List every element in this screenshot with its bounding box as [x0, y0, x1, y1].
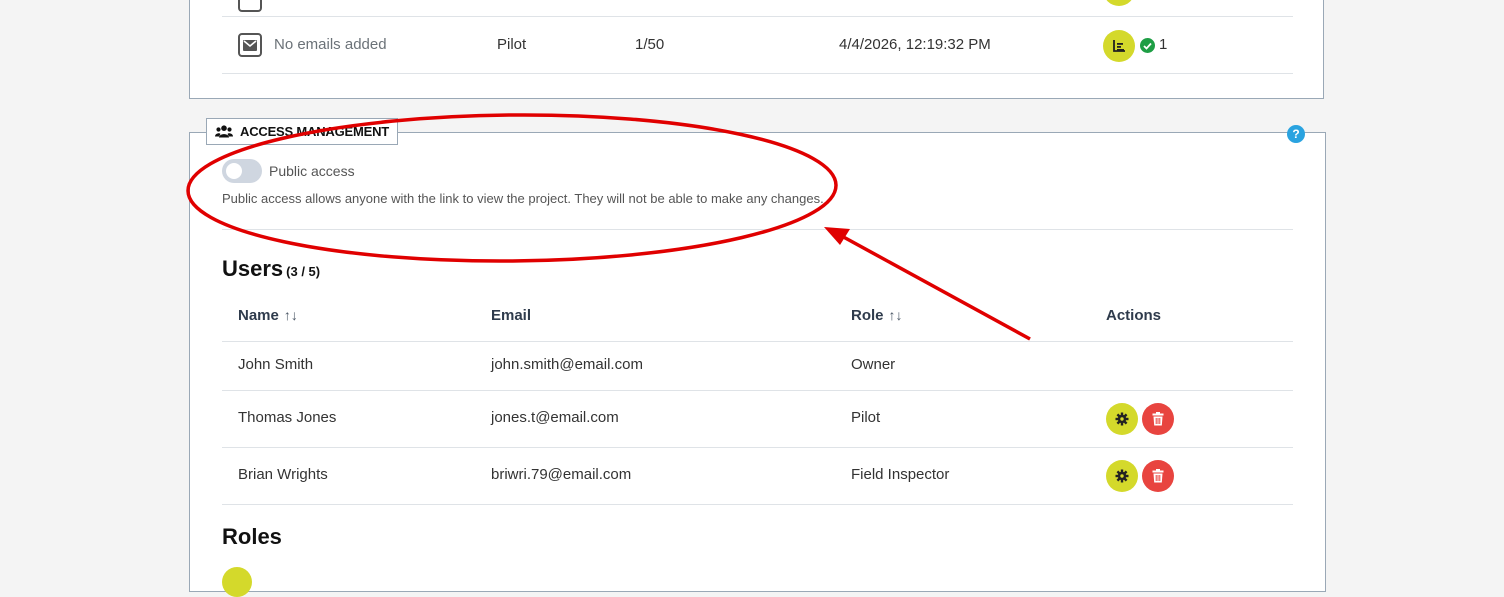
row-timestamp: 4/4/2026, 12:19:32 PM: [839, 36, 991, 53]
column-header-actions: Actions: [1106, 307, 1161, 324]
trash-icon: [1152, 469, 1164, 483]
column-header-role[interactable]: Role ↑↓: [851, 307, 903, 324]
row-count: 1/50: [635, 36, 665, 53]
row-divider: [222, 73, 1293, 74]
table-divider: [222, 390, 1293, 391]
user-name: Thomas Jones: [238, 409, 337, 426]
gear-icon: [1115, 412, 1129, 426]
chart-icon: [1113, 40, 1125, 52]
trash-icon: [1152, 412, 1164, 426]
column-header-name[interactable]: Name ↑↓: [238, 307, 298, 324]
column-email-label: Email: [491, 307, 532, 324]
analytics-button[interactable]: [1103, 30, 1135, 62]
user-role: Field Inspector: [851, 466, 950, 483]
user-role: Owner: [851, 356, 896, 373]
row-role: Pilot: [497, 36, 527, 53]
users-heading: Users (3 / 5): [222, 256, 320, 282]
column-actions-label: Actions: [1106, 307, 1162, 324]
public-access-toggle[interactable]: [222, 159, 262, 183]
user-email: jones.t@email.com: [491, 409, 619, 426]
user-email: briwri.79@email.com: [491, 466, 632, 483]
public-access-label: Public access: [269, 163, 355, 179]
section-divider: [222, 229, 1293, 230]
edit-user-button[interactable]: [1106, 460, 1138, 492]
user-name: John Smith: [238, 356, 314, 373]
public-access-description: Public access allows anyone with the lin…: [222, 191, 824, 206]
gear-icon: [1115, 469, 1129, 483]
help-icon[interactable]: ?: [1287, 125, 1305, 143]
users-count: (3 / 5): [286, 264, 321, 279]
table-divider: [222, 504, 1293, 505]
table-divider: [222, 447, 1293, 448]
mail-icon: [238, 33, 262, 57]
row-divider: [222, 16, 1293, 17]
user-email: john.smith@email.com: [491, 356, 643, 373]
delete-user-button[interactable]: [1142, 460, 1174, 492]
toggle-knob: [226, 163, 242, 179]
table-divider: [222, 341, 1293, 342]
users-group-icon: [215, 125, 233, 138]
check-circle-icon: [1140, 38, 1155, 53]
column-header-email: Email: [491, 307, 531, 324]
email-list-empty: No emails added: [274, 36, 387, 53]
roles-heading: Roles: [222, 524, 282, 549]
user-name: Brian Wrights: [238, 466, 328, 483]
role-button[interactable]: [222, 567, 252, 597]
users-heading-text: Users: [222, 256, 284, 281]
sort-icon[interactable]: ↑↓: [889, 307, 903, 323]
status-count: 1: [1159, 36, 1168, 53]
delete-user-button[interactable]: [1142, 403, 1174, 435]
sort-icon[interactable]: ↑↓: [284, 307, 298, 323]
section-title: ACCESS MANAGEMENT: [240, 124, 389, 139]
user-role: Pilot: [851, 409, 881, 426]
section-legend: ACCESS MANAGEMENT: [206, 118, 398, 145]
column-name-label: Name: [238, 307, 279, 324]
column-role-label: Role: [851, 307, 884, 324]
edit-user-button[interactable]: [1106, 403, 1138, 435]
mail-icon: [238, 0, 262, 12]
